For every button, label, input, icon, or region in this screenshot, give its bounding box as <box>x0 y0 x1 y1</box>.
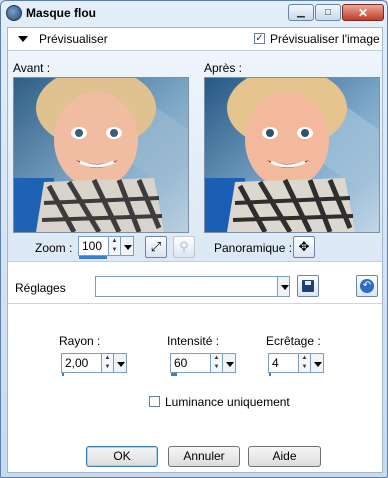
reset-button[interactable]: ↶ <box>356 275 378 297</box>
radius-up-arrow-icon[interactable]: ▲ <box>102 354 113 363</box>
after-label: Après : <box>204 61 243 75</box>
dialog-window: Masque flou ▁ □ ✕ Prévisualiser ✓ Prévis… <box>0 0 388 478</box>
radius-label: Rayon : <box>59 334 101 348</box>
show-image-checkbox[interactable]: ✓ <box>254 33 265 44</box>
dialog-client: Prévisualiser ✓ Prévisualiser l'image Av… <box>7 27 383 473</box>
before-label: Avant : <box>13 61 51 75</box>
intensity-up-arrow-icon[interactable]: ▲ <box>211 354 222 363</box>
ok-button[interactable]: OK <box>86 446 158 467</box>
clipping-up-arrow-icon[interactable]: ▲ <box>299 354 310 363</box>
clipping-dropdown-button[interactable] <box>311 353 324 373</box>
clipping-level-bar <box>269 373 271 376</box>
clipping-spinner[interactable]: ▲▼ <box>268 353 324 376</box>
zoom-input[interactable] <box>78 236 109 256</box>
intensity-label: Intensité : <box>167 334 220 348</box>
preview-header[interactable]: Prévisualiser ✓ Prévisualiser l'image <box>8 28 382 50</box>
divider <box>8 303 382 304</box>
app-icon <box>6 5 22 21</box>
fit-window-button[interactable]: ⤢ <box>145 236 167 258</box>
radius-down-arrow-icon[interactable]: ▼ <box>102 363 113 372</box>
radius-spinner[interactable]: ▲▼ <box>61 353 127 376</box>
title-bar[interactable]: Masque flou ▁ □ ✕ <box>1 1 387 25</box>
clipping-label: Ecrêtage : <box>266 334 321 348</box>
show-image-label: Prévisualiser l'image <box>270 32 380 46</box>
radius-input[interactable] <box>61 353 102 373</box>
luminance-checkbox[interactable] <box>149 396 160 407</box>
maximize-button[interactable]: □ <box>315 4 341 21</box>
clipping-down-arrow-icon[interactable]: ▼ <box>299 363 310 372</box>
close-button[interactable]: ✕ <box>342 4 384 21</box>
settings-dropdown-button[interactable] <box>277 276 290 297</box>
settings-input[interactable] <box>97 278 277 295</box>
clipping-input[interactable] <box>268 353 299 373</box>
after-preview-image[interactable] <box>204 77 380 233</box>
save-preset-button[interactable] <box>297 275 319 297</box>
luminance-label: Luminance uniquement <box>165 395 290 409</box>
zoom-spinner[interactable]: ▲▼ <box>78 236 134 259</box>
intensity-down-arrow-icon[interactable]: ▼ <box>211 363 222 372</box>
help-button[interactable]: Aide <box>248 446 321 467</box>
zoom-tool-button[interactable]: ⚲ <box>173 236 195 258</box>
magnifier-icon: ⚲ <box>179 239 189 254</box>
zoom-spin-buttons[interactable]: ▲ ▼ <box>109 236 121 256</box>
intensity-dropdown-button[interactable] <box>223 353 236 373</box>
floppy-disk-icon <box>302 280 314 292</box>
zoom-level-bar <box>79 256 107 259</box>
fit-window-icon: ⤢ <box>150 239 162 254</box>
zoom-dropdown-button[interactable] <box>121 236 134 256</box>
preview-section-label: Prévisualiser <box>39 32 108 46</box>
window-title: Masque flou <box>26 6 97 20</box>
intensity-spinner[interactable]: ▲▼ <box>170 353 236 376</box>
zoom-down-arrow-icon[interactable]: ▼ <box>109 246 120 255</box>
intensity-spin-buttons[interactable]: ▲ ▼ <box>211 353 223 373</box>
settings-label: Réglages <box>15 281 66 295</box>
move-cross-icon: ✥ <box>298 239 310 254</box>
radius-level-bar <box>62 373 64 376</box>
pan-button[interactable]: ✥ <box>293 236 315 258</box>
intensity-level-bar <box>171 373 177 376</box>
before-preview-image[interactable] <box>13 77 189 233</box>
settings-combo[interactable] <box>95 276 290 297</box>
preview-area: Avant : Après : Zoom: 100 ▲ ▼ ⤢ ⚲ Panor… <box>8 50 382 262</box>
zoom-label: Zoom : <box>35 241 73 255</box>
radius-dropdown-button[interactable] <box>114 353 127 373</box>
reset-arrow-icon: ↶ <box>360 279 374 293</box>
pan-label: Panoramique : <box>214 241 293 255</box>
clipping-spin-buttons[interactable]: ▲ ▼ <box>299 353 311 373</box>
zoom-up-arrow-icon[interactable]: ▲ <box>109 237 120 246</box>
intensity-input[interactable] <box>170 353 211 373</box>
radius-spin-buttons[interactable]: ▲ ▼ <box>102 353 114 373</box>
collapse-arrow-icon[interactable] <box>18 36 28 42</box>
cancel-button[interactable]: Annuler <box>168 446 240 467</box>
minimize-button[interactable]: ▁ <box>288 4 314 21</box>
